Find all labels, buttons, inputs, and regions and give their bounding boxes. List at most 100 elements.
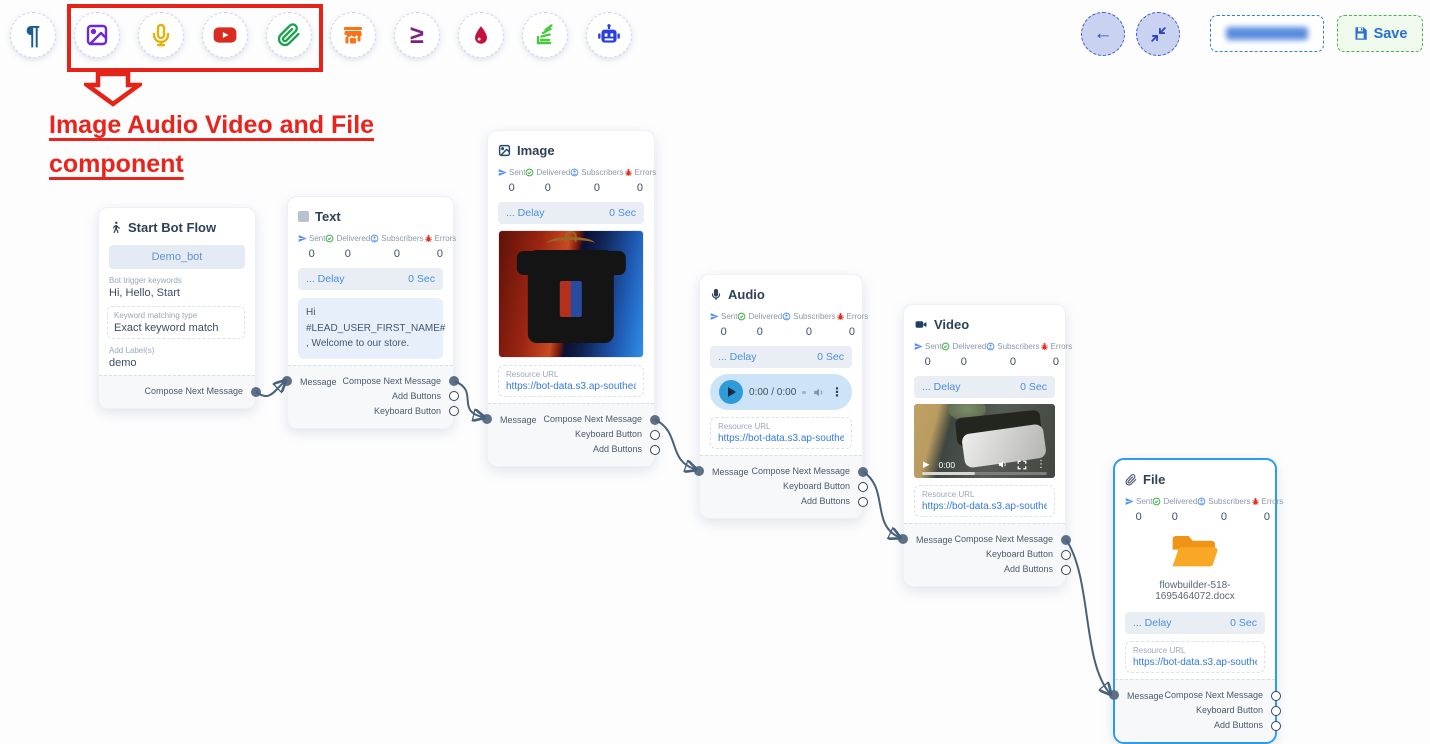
toolbar-drip-button[interactable]	[458, 12, 504, 58]
keyboard-button-port[interactable]	[858, 482, 868, 492]
stats-row: Sent0 Delivered0 Subscribers0 Errors0	[298, 234, 443, 260]
compose-port[interactable]	[449, 376, 459, 386]
node-image[interactable]: Image Sent0 Delivered0 Subscribers0 Erro…	[487, 130, 655, 467]
add-buttons-label: Add Buttons	[801, 496, 850, 506]
errors-icon	[836, 312, 845, 321]
node-start-bot-flow[interactable]: Start Bot Flow Demo_bot Bot trigger keyw…	[98, 207, 256, 409]
compose-port[interactable]	[251, 387, 261, 397]
node-footer: Message Compose Next Message Keyboard Bu…	[1115, 679, 1275, 742]
message-port[interactable]	[1109, 690, 1119, 700]
node-audio[interactable]: Audio Sent0 Delivered0 Subscribers0 Erro…	[699, 274, 863, 519]
errors-icon	[624, 168, 633, 177]
delay-row[interactable]: ... Delay0 Sec	[298, 268, 443, 290]
add-buttons-label: Add Buttons	[593, 444, 642, 454]
resource-url-box: Resource URL https://bot-data.s3.ap-sout…	[498, 365, 644, 397]
volume-icon[interactable]	[812, 386, 825, 399]
stats-row: Sent0 Delivered0 Subscribers0 Errors0	[1125, 497, 1265, 523]
walking-person-icon	[109, 221, 122, 234]
toolbar-audio-button[interactable]	[138, 12, 184, 58]
toolbar-file-button[interactable]	[266, 12, 312, 58]
redacted-button[interactable]	[1210, 15, 1324, 52]
menu-dots-icon[interactable]: ⋮	[1036, 459, 1046, 470]
compose-port[interactable]	[650, 415, 660, 425]
flow-canvas[interactable]: ¶ ≥ Image Audio Video and File component…	[0, 0, 1430, 736]
image-icon	[85, 23, 109, 47]
sent-icon	[298, 234, 307, 243]
file-preview[interactable]: flowbuilder-518-1695464072.docx	[1125, 523, 1265, 604]
save-button[interactable]: Save	[1337, 15, 1423, 52]
keyboard-button-port[interactable]	[650, 430, 660, 440]
folder-icon	[1171, 533, 1219, 571]
toolbar-condition-button[interactable]: ≥	[394, 12, 440, 58]
toolbar-sequence-button[interactable]	[522, 12, 568, 58]
compose-next-message-label: Compose Next Message	[144, 386, 243, 396]
message-port[interactable]	[898, 534, 908, 544]
image-preview[interactable]	[498, 230, 644, 358]
keyboard-button-label: Keyboard Button	[783, 481, 850, 491]
add-buttons-port[interactable]	[858, 497, 868, 507]
compose-next-message-label: Compose Next Message	[751, 466, 850, 476]
video-time: 0:00	[939, 460, 956, 470]
stats-row: Sent0 Delivered0 Subscribers0 Errors0	[498, 168, 644, 194]
delay-row[interactable]: ... Delay0 Sec	[1125, 612, 1265, 634]
delay-row[interactable]: ... Delay0 Sec	[498, 202, 644, 224]
keyboard-button-port[interactable]	[1271, 706, 1281, 716]
resource-url-box: Resource URL https://bot-data.s3.ap-sout…	[1125, 641, 1265, 673]
delay-row[interactable]: ... Delay0 Sec	[710, 346, 852, 368]
toolbar-image-button[interactable]	[74, 12, 120, 58]
node-text[interactable]: Text Sent0 Delivered0 Subscribers0 Error…	[287, 196, 454, 429]
errors-icon	[1040, 342, 1049, 351]
compose-next-message-label: Compose Next Message	[342, 376, 441, 386]
audio-progress[interactable]	[802, 391, 806, 394]
add-buttons-port[interactable]	[650, 445, 660, 455]
node-title: Image	[517, 143, 555, 158]
toolbar-text-button[interactable]: ¶	[10, 12, 56, 58]
resource-link[interactable]: https://bot-data.s3.ap-southeast-1.wasab…	[922, 501, 1047, 512]
keyboard-button-port[interactable]	[449, 406, 459, 416]
storefront-icon	[341, 23, 365, 47]
message-port[interactable]	[282, 376, 292, 386]
play-icon[interactable]: ▶	[923, 459, 930, 470]
add-labels-field[interactable]: Add Label(s) demo	[109, 346, 245, 369]
node-footer: Message Compose Next Message Keyboard Bu…	[904, 523, 1065, 586]
toolbar-ecommerce-button[interactable]	[330, 12, 376, 58]
resource-link[interactable]: https://bot-data.s3.ap-southeast-1.wasab…	[718, 433, 844, 444]
message-text[interactable]: Hi #LEAD_USER_FIRST_NAME# , Welcome to o…	[298, 298, 443, 359]
compose-port[interactable]	[1061, 535, 1071, 545]
microphone-icon	[149, 23, 173, 47]
resource-url-box: Resource URL https://bot-data.s3.ap-sout…	[914, 485, 1055, 517]
video-progress[interactable]	[922, 472, 1047, 475]
message-port[interactable]	[482, 414, 492, 424]
resource-link[interactable]: https://bot-data.s3.ap-southeast-1.wasab…	[506, 381, 636, 392]
compose-port[interactable]	[1271, 691, 1281, 701]
video-player[interactable]: ▶ 0:00 ⋮	[914, 404, 1055, 478]
keyboard-button-label: Keyboard Button	[374, 406, 441, 416]
keyword-matching-field[interactable]: Keyword matching type Exact keyword matc…	[107, 306, 245, 339]
add-buttons-port[interactable]	[1271, 721, 1281, 731]
node-title: Audio	[728, 287, 765, 302]
trigger-keywords-field[interactable]: Bot trigger keywords Hi, Hello, Start	[109, 276, 245, 299]
resource-link[interactable]: https://bot-data.s3.ap-southeast-1.wasab…	[1133, 657, 1257, 668]
keyboard-button-label: Keyboard Button	[986, 549, 1053, 559]
toolbar-video-button[interactable]	[202, 12, 248, 58]
compose-port[interactable]	[858, 467, 868, 477]
delay-row[interactable]: ... Delay0 Sec	[914, 376, 1055, 398]
back-button[interactable]: ←	[1081, 12, 1125, 56]
fit-view-button[interactable]	[1136, 12, 1180, 56]
annotation-heading: Image Audio Video and File component	[49, 106, 374, 184]
volume-icon[interactable]	[997, 459, 1008, 470]
menu-dots-icon[interactable]: ⋮	[831, 385, 843, 399]
toolbar-ai-bot-button[interactable]	[586, 12, 632, 58]
audio-player[interactable]: 0:00 / 0:00 ⋮	[710, 374, 852, 410]
add-buttons-port[interactable]	[1061, 565, 1071, 575]
node-video[interactable]: Video Sent0 Delivered0 Subscribers0 Erro…	[903, 304, 1066, 587]
play-icon[interactable]	[719, 380, 743, 404]
paperclip-icon	[1125, 474, 1137, 486]
fullscreen-icon[interactable]	[1017, 460, 1027, 470]
node-footer: Message Compose Next Message Keyboard Bu…	[488, 403, 654, 466]
add-buttons-port[interactable]	[449, 391, 459, 401]
keyboard-button-port[interactable]	[1061, 550, 1071, 560]
node-file[interactable]: File Sent0 Delivered0 Subscribers0 Error…	[1113, 458, 1277, 744]
message-port[interactable]	[694, 466, 704, 476]
bot-name-button[interactable]: Demo_bot	[109, 245, 245, 269]
